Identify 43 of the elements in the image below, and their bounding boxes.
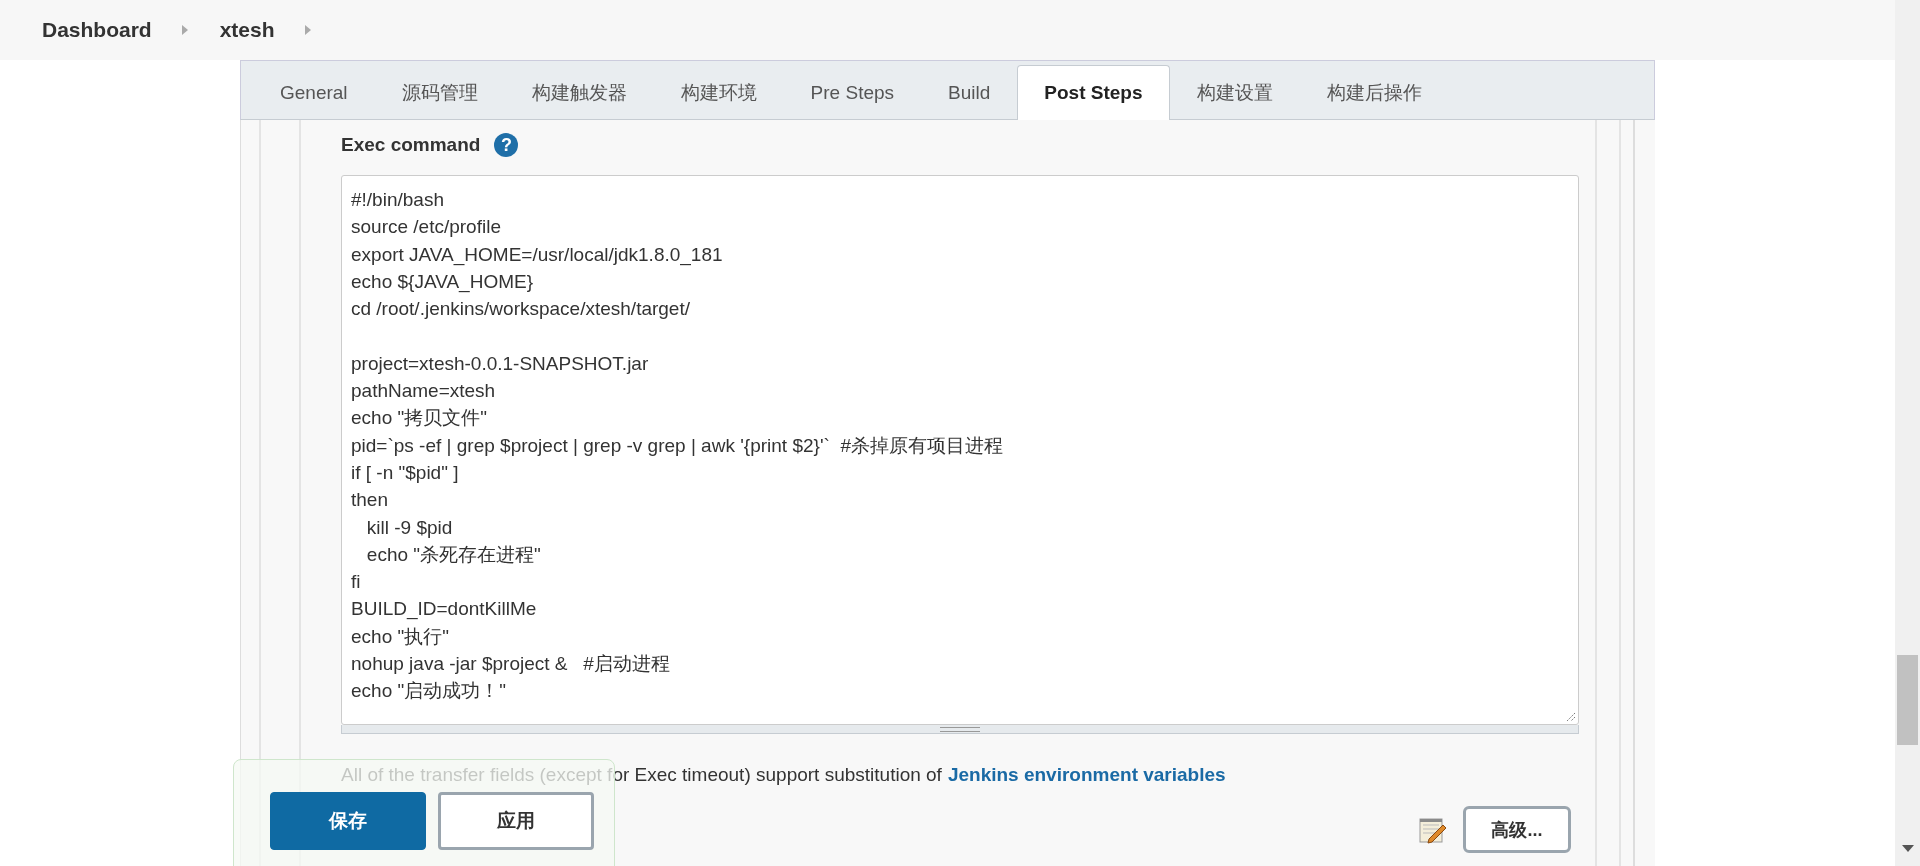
breadcrumb-link[interactable]: xtesh	[219, 18, 275, 42]
help-icon[interactable]: ?	[494, 133, 519, 157]
advanced-button[interactable]: 高级...	[1463, 806, 1571, 853]
tab[interactable]: Post Steps	[1017, 65, 1170, 120]
code-line: BUILD_ID=dontKillMe	[351, 597, 538, 622]
code-line: then	[351, 488, 389, 513]
resize-grip[interactable]	[341, 725, 1579, 734]
code-line: cd /root/.jenkins/workspace/xtesh/target/	[351, 297, 691, 322]
command-field[interactable]	[341, 175, 1579, 725]
breadcrumb-link[interactable]: Dashboard	[42, 18, 152, 42]
code-line: pathName=xtesh	[351, 379, 497, 404]
environment-variables-link[interactable]: Jenkins environment variables	[947, 764, 1226, 786]
chevron-icon[interactable]	[181, 25, 188, 35]
apply-button[interactable]: 应用	[438, 792, 594, 850]
code-line: if [ -n "$pid" ]	[351, 460, 460, 485]
scrollbar[interactable]	[1895, 0, 1920, 866]
chevron-icon[interactable]	[304, 25, 311, 35]
tab[interactable]: General	[253, 65, 375, 120]
tab[interactable]: 源码管理	[374, 65, 505, 120]
code-line: fi	[351, 570, 362, 595]
scroll-down-icon[interactable]	[1902, 845, 1914, 852]
code-line: echo "启动成功！"	[351, 679, 507, 704]
code-line: echo "杀死存在进程"	[365, 542, 542, 567]
code-line: nohup java -jar $project & #启动进程	[351, 652, 671, 677]
field-label: Exec command	[341, 134, 481, 156]
save-button[interactable]: 保存	[270, 792, 426, 850]
tab[interactable]: 构建触发器	[504, 65, 654, 120]
tab[interactable]: Pre Steps	[783, 65, 922, 120]
tab[interactable]: 构建后操作	[1299, 65, 1449, 120]
code-line: source /etc/profile	[351, 215, 502, 240]
code-line: echo "拷贝文件"	[351, 406, 488, 431]
scrollbar-thumb[interactable]	[1897, 655, 1918, 745]
code-line: echo ${JAVA_HOME}	[351, 269, 534, 295]
code-line: echo "执行"	[351, 624, 450, 649]
tab[interactable]: 构建环境	[653, 65, 784, 120]
code-line: project=xtesh-0.0.1-SNAPSHOT.jar	[351, 351, 650, 376]
resize-handle-icon[interactable]	[1564, 710, 1576, 722]
code-line: export JAVA_HOME=/usr/local/jdk1.8.0_181	[351, 242, 724, 268]
code-line: pid=`ps -ef | grep $project | grep -v grep | awk '{print $2}'` #杀掉原有项目进程	[351, 433, 1004, 458]
tab[interactable]: 构建设置	[1169, 65, 1300, 120]
code-line: #!/bin/bash	[351, 188, 445, 212]
code-line: kill -9 $pid	[365, 515, 454, 540]
tab[interactable]: Build	[921, 65, 1018, 120]
